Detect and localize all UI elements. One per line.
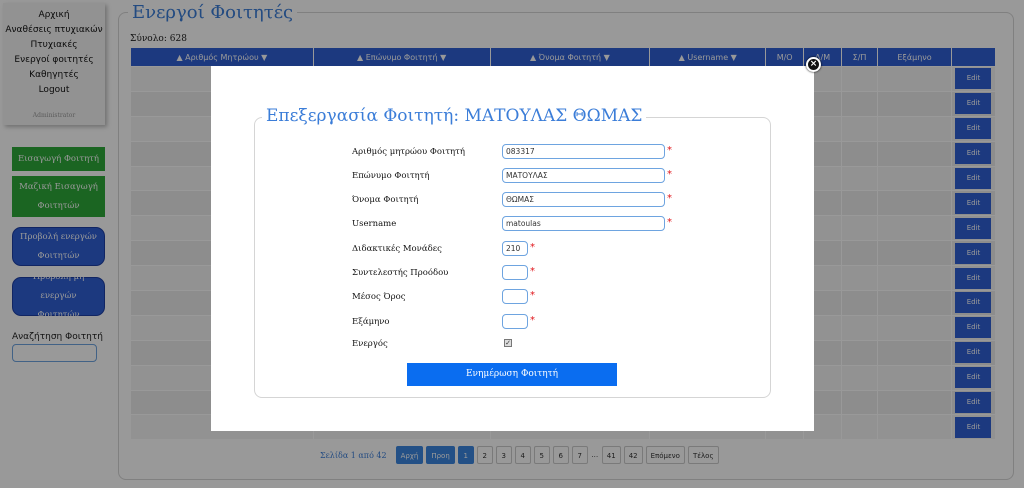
required-mark: * xyxy=(530,242,535,253)
label-units: Διδακτικές Μονάδες xyxy=(352,244,442,254)
edit-form-fieldset xyxy=(254,117,771,398)
close-icon[interactable]: × xyxy=(806,57,821,72)
progress-input[interactable] xyxy=(502,265,528,280)
label-am: Αριθμός μητρώου Φοιτητή xyxy=(352,147,465,157)
username-input[interactable]: matoulas xyxy=(502,216,665,231)
label-active: Ενεργός xyxy=(352,339,388,349)
label-semester: Εξάμηνο xyxy=(352,317,390,327)
required-mark: * xyxy=(667,169,672,180)
units-input[interactable]: 210 xyxy=(502,241,528,256)
modal-title: Επεξεργασία Φοιτητή: ΜΑΤΟΥΛΑΣ ΘΩΜΑΣ xyxy=(262,106,647,126)
required-mark: * xyxy=(667,193,672,204)
required-mark: * xyxy=(667,217,672,228)
required-mark: * xyxy=(530,266,535,277)
label-progress: Συντελεστής Προόδου xyxy=(352,268,449,278)
semester-input[interactable] xyxy=(502,314,528,329)
update-student-button[interactable]: Ενημέρωση Φοιτητή xyxy=(407,363,617,386)
average-input[interactable] xyxy=(502,289,528,304)
active-checkbox[interactable]: ✓ xyxy=(504,339,512,347)
label-surname: Επώνυμο Φοιτητή xyxy=(352,171,430,181)
required-mark: * xyxy=(667,145,672,156)
required-mark: * xyxy=(530,290,535,301)
am-input[interactable]: 083317 xyxy=(502,144,665,159)
surname-input[interactable]: ΜΑΤΟΥΛΑΣ xyxy=(502,168,665,183)
label-name: Όνομα Φοιτητή xyxy=(352,195,419,205)
label-username: Username xyxy=(352,219,397,229)
required-mark: * xyxy=(530,315,535,326)
label-average: Μέσος Όρος xyxy=(352,292,406,302)
name-input[interactable]: ΘΩΜΑΣ xyxy=(502,192,665,207)
